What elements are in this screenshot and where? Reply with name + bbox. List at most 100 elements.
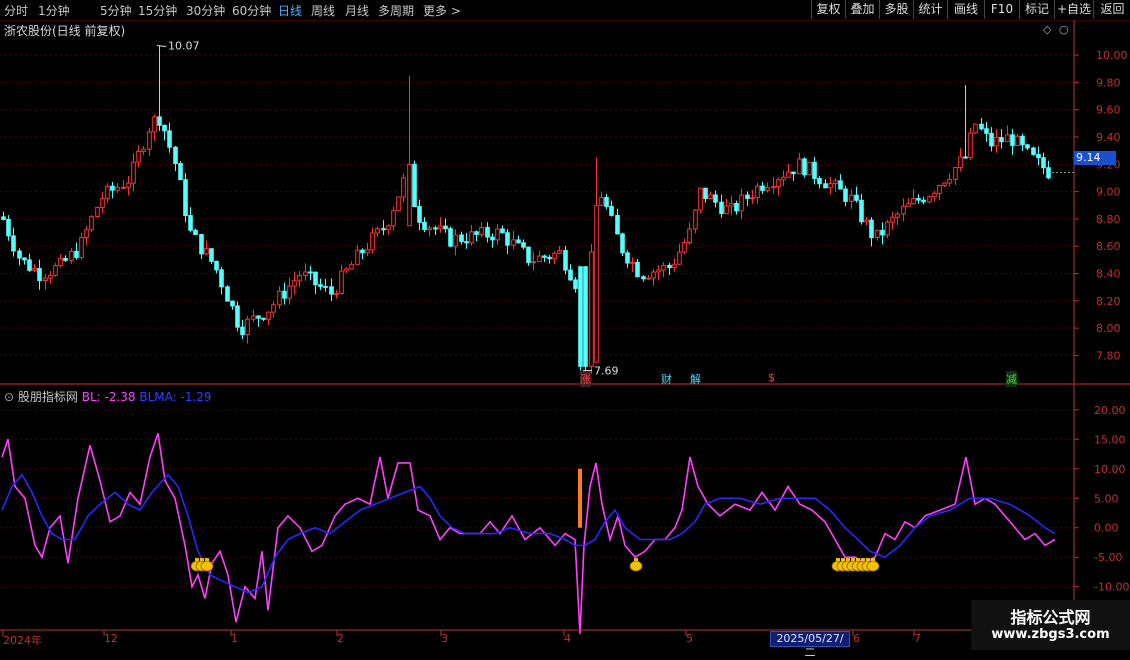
candle-body <box>292 280 297 287</box>
candle-body <box>37 268 42 281</box>
candle-body <box>22 257 27 261</box>
candle-body <box>115 186 120 191</box>
candle-body <box>656 269 661 273</box>
y-axes: 10.009.809.609.409.209.008.808.608.408.2… <box>0 20 1130 650</box>
candle-body <box>287 285 292 299</box>
indicator-tick-label: 15.00 <box>1094 433 1126 446</box>
candle-body <box>199 234 204 255</box>
money-bag-neck <box>200 558 204 562</box>
candle-body <box>516 239 521 244</box>
candle-body <box>719 201 724 215</box>
candle-body <box>6 218 11 237</box>
candle-body <box>209 248 214 262</box>
event-marker-jie[interactable]: 解 <box>690 371 701 387</box>
indicator-tick-label: -10.00 <box>1094 581 1129 594</box>
candle-body <box>1046 167 1051 179</box>
candle-body <box>932 192 937 198</box>
candle-body <box>786 171 791 178</box>
blma-value: BLMA: -1.29 <box>139 390 212 404</box>
candle-body <box>630 261 635 264</box>
candle-body <box>193 229 198 236</box>
signal-bar <box>578 468 582 528</box>
x-label-1: 1 <box>231 632 238 645</box>
candle-body <box>838 180 843 190</box>
candle-body <box>687 228 692 244</box>
candle-body <box>469 231 474 244</box>
high-price-label: 10.07 <box>168 40 200 53</box>
money-bag-neck <box>195 558 199 562</box>
candle-body <box>27 259 32 271</box>
candle-body <box>854 194 859 201</box>
candle-body <box>240 326 245 336</box>
x-label-2024: 2024年 <box>3 634 42 647</box>
candle-body <box>542 255 547 258</box>
candle-body <box>11 235 16 252</box>
candle-body <box>167 130 172 148</box>
indicator-title: ⊙ 股朋指标网 BL: -2.38 BLMA: -1.29 <box>4 388 212 405</box>
candle-body <box>407 163 412 227</box>
y-tick-label: 8.80 <box>1096 213 1121 226</box>
candle-body <box>1010 134 1015 146</box>
candle-body <box>32 268 37 271</box>
candle-body <box>422 221 427 231</box>
candle-body <box>750 197 755 200</box>
y-tick-label: 9.00 <box>1096 186 1121 199</box>
candle-body <box>547 256 552 260</box>
candle-body <box>141 148 146 153</box>
y-tick-label: 8.40 <box>1096 268 1121 281</box>
watermark-title: 指标公式网 <box>1010 608 1091 627</box>
candle-body <box>100 198 105 208</box>
candle-body <box>604 196 609 207</box>
candle-body <box>318 284 323 287</box>
candle-body <box>963 156 968 159</box>
candle-body <box>620 233 625 254</box>
chart-title: 浙农股份(日线 前复权) <box>4 24 126 38</box>
candle-body <box>323 285 328 288</box>
candle-body <box>583 266 588 367</box>
candle-body <box>537 255 542 263</box>
x-label-5: 5 <box>686 632 693 645</box>
indicator-tick-label: 10.00 <box>1094 463 1126 476</box>
candle-body <box>958 156 963 168</box>
indicator-tick-label: 5.00 <box>1094 492 1119 505</box>
candle-body <box>74 250 79 258</box>
candle-body <box>178 163 183 181</box>
candle-body <box>48 274 53 279</box>
candle-body <box>760 185 765 191</box>
candle-body <box>947 178 952 184</box>
candle-body <box>365 249 370 254</box>
candle-body <box>875 229 880 239</box>
event-marker-cai[interactable]: 财 <box>661 371 672 387</box>
indicator-tick-label: 0.00 <box>1094 522 1119 535</box>
money-bag-neck <box>846 558 850 562</box>
candle-body <box>594 204 599 363</box>
candle-body <box>412 163 417 208</box>
watermark: 指标公式网 www.zbgs3.com <box>971 600 1130 650</box>
candle-body <box>641 276 646 280</box>
candle-body <box>713 194 718 203</box>
current-price-label: 9.14 <box>1074 151 1116 165</box>
circle-icon[interactable]: ○ <box>1059 23 1069 36</box>
money-bag-neck <box>634 558 638 562</box>
indicator-series <box>1 433 1056 634</box>
event-marker-jian[interactable]: 减 <box>1006 371 1017 387</box>
candle-body <box>453 234 458 247</box>
x-label-6: 6 <box>853 632 860 645</box>
candle-body <box>901 205 906 215</box>
chart-canvas[interactable]: 10.077.69 10.009.809.609.409.209.008.808… <box>0 0 1130 650</box>
candle-body <box>526 246 531 263</box>
candle-body <box>95 206 100 217</box>
collapse-icon[interactable]: ⊙ <box>4 390 14 404</box>
x-label-3: 3 <box>441 632 448 645</box>
candle-body <box>121 186 126 189</box>
y-tick-label: 10.00 <box>1096 49 1128 62</box>
candle-body <box>890 216 895 223</box>
event-marker-dollar[interactable]: $ <box>768 371 775 384</box>
candle-body <box>864 219 869 223</box>
money-bag-neck <box>205 558 209 562</box>
diamond-icon[interactable]: ◇ <box>1043 23 1051 36</box>
candle-body <box>89 215 94 231</box>
event-marker-zhang[interactable]: 涨 <box>580 371 591 387</box>
candle-body <box>973 123 978 134</box>
candle-body <box>916 198 921 201</box>
